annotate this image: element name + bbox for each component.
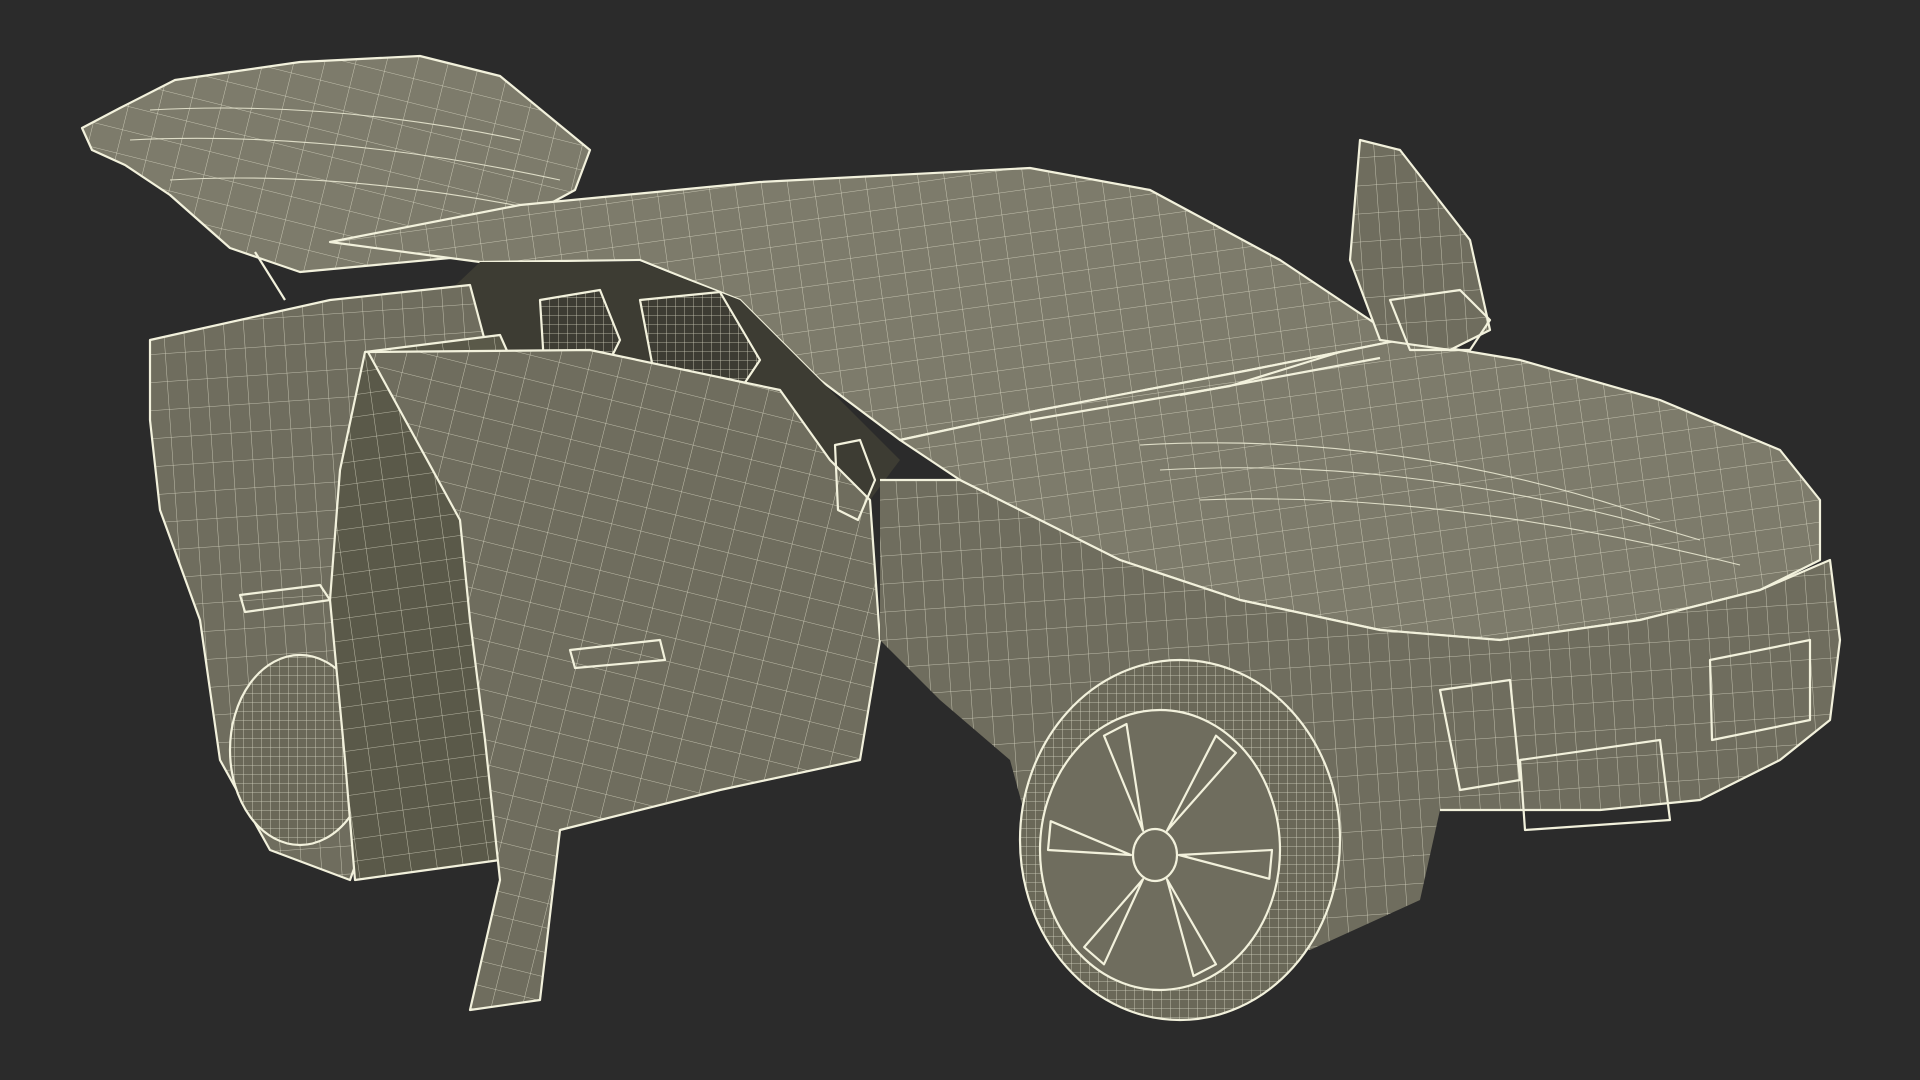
- car-wireframe-model: [80, 54, 1842, 1022]
- front-wheel: [1018, 658, 1342, 1022]
- front-door-open-right: [1348, 138, 1492, 352]
- wireframe-render-viewport: [0, 0, 1920, 1080]
